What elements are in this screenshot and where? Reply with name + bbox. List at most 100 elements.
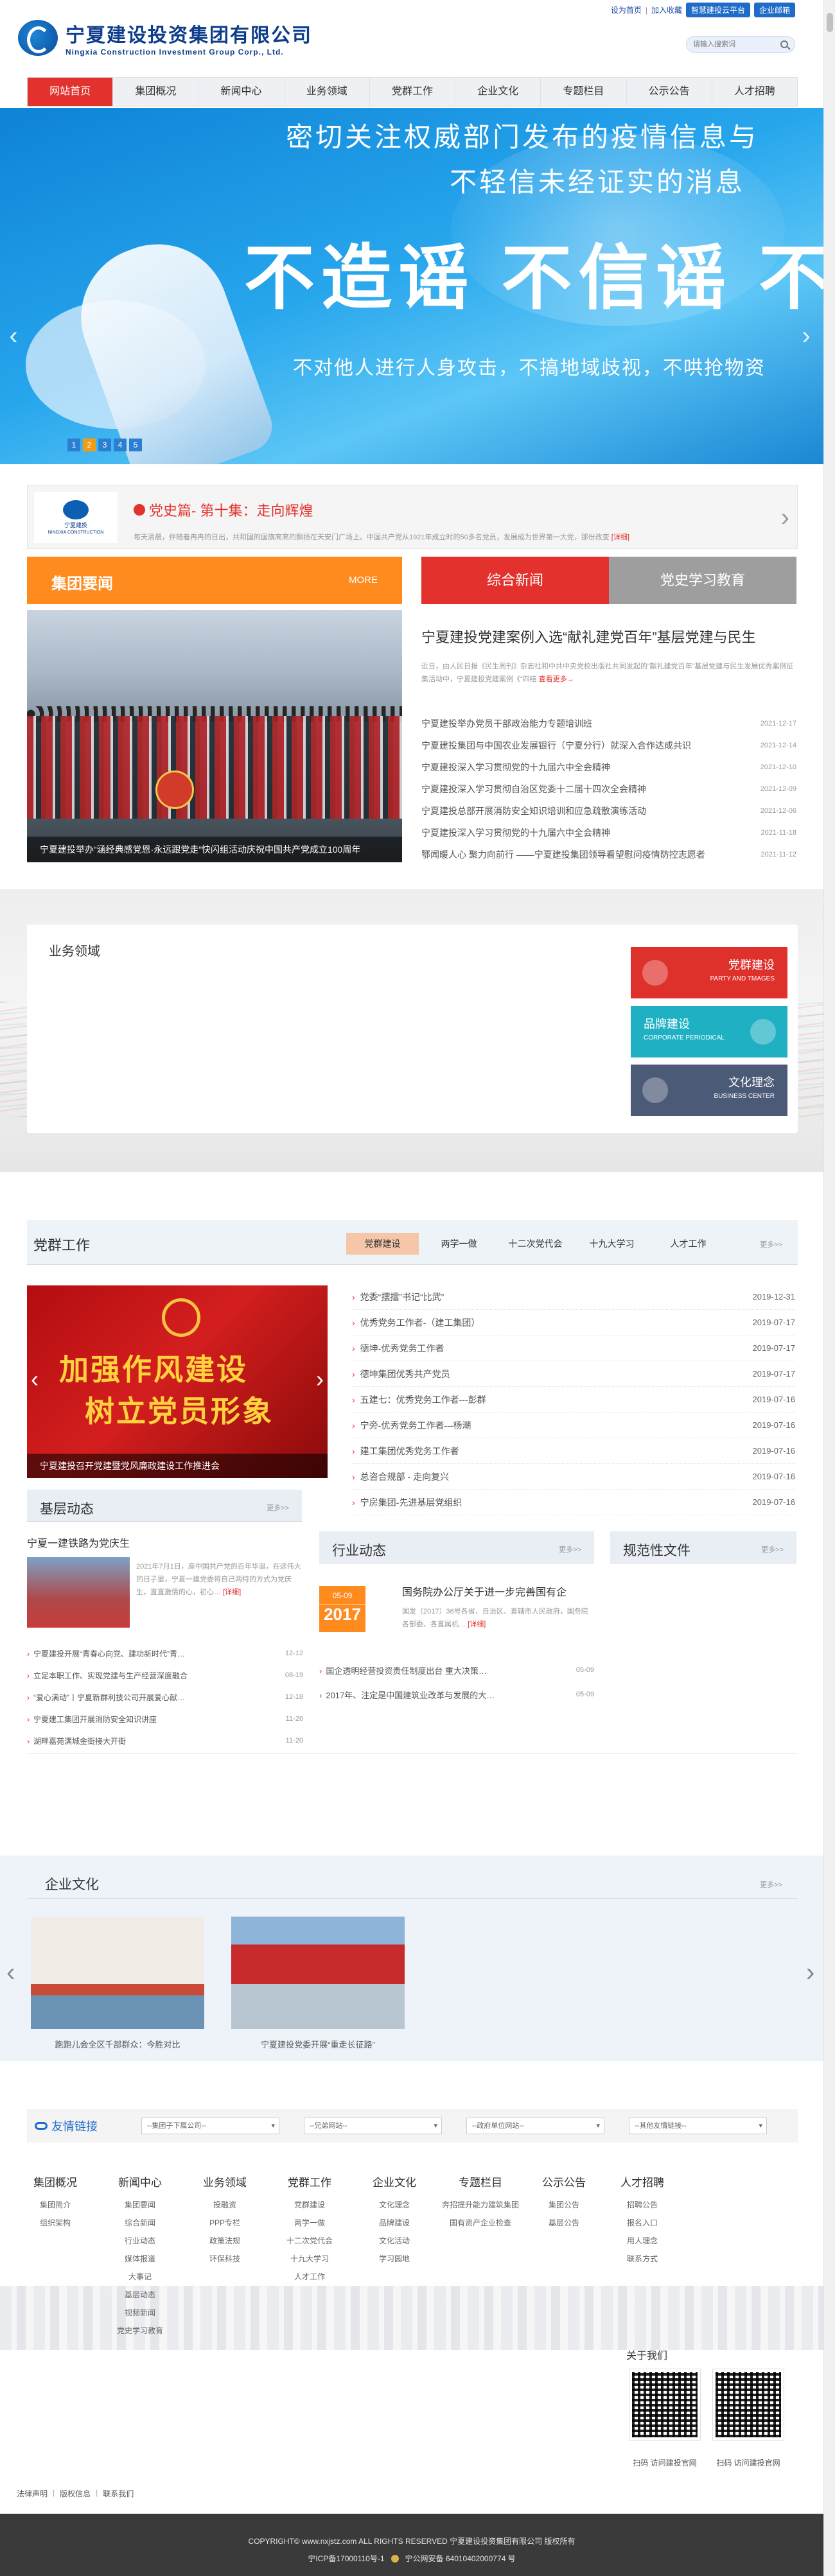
history-next-icon[interactable]: › [781, 505, 789, 530]
tab-party-history[interactable]: 党史学习教育 [609, 557, 796, 604]
headline-more-link[interactable]: 查看更多→ [539, 675, 574, 683]
culture-more-link[interactable]: 更多>> [760, 1879, 782, 1890]
sibling-sites-select[interactable]: --兄弟网站-- [304, 2118, 442, 2134]
tab-two-studies[interactable]: 两学一做 [423, 1233, 495, 1255]
list-item[interactable]: 宁夏建投深入学习贯彻自治区党委十二届十四次全会精神 2021-12-09 [421, 778, 796, 800]
list-item[interactable]: › 五建七：优秀党务工作者---彭群 2019-07-16 [352, 1387, 795, 1413]
list-item[interactable]: › 建工集团优秀党务工作者 2019-07-16 [352, 1438, 795, 1464]
banner-dot-4[interactable]: 4 [114, 439, 127, 451]
list-item[interactable]: 宁夏建投集团与中国农业发展银行（宁夏分行）就深入合作达成共识 2021-12-14 [421, 735, 796, 756]
banner-prev-icon[interactable]: ‹ [31, 1366, 39, 1393]
regulation-more-link[interactable]: 更多>> [761, 1544, 784, 1554]
enterprise-mail-button[interactable]: 企业邮箱 [753, 3, 795, 17]
nav-item-recruit[interactable]: 人才招聘 [712, 78, 797, 106]
tab-talent-work[interactable]: 人才工作 [652, 1233, 725, 1255]
list-item[interactable]: 宁夏建投总部开展消防安全知识培训和应急疏散演练活动 2021-12-06 [421, 800, 796, 822]
list-item[interactable]: › 总咨合规部 - 走向复兴 2019-07-16 [352, 1464, 795, 1490]
list-item[interactable]: › 优秀党务工作者-（建工集团） 2019-07-17 [352, 1310, 795, 1336]
nav-item-culture[interactable]: 企业文化 [455, 78, 541, 106]
list-item[interactable]: › 国企透明经营投资责任制度出台 重大决策… 05-09 [319, 1658, 594, 1682]
list-item[interactable]: 鄂闻暖人心 聚力向前行 ——宁夏建投集团领导看望慰问疫情防控志愿者 2021-11… [421, 844, 796, 866]
tab-19th-study[interactable]: 十九大学习 [576, 1233, 648, 1255]
banner-dot-2[interactable]: 2 [83, 439, 96, 451]
list-item[interactable]: › 宁旁-优秀党务工作者---杨潮 2019-07-16 [352, 1413, 795, 1438]
group-news-photo[interactable]: 宁夏建投举办“涵经典感党恩·永远跟党走”快闪组活动庆祝中国共产党成立100周年 [27, 610, 402, 862]
page-scrollbar[interactable] [823, 0, 835, 2576]
logo-english-name: Ningxia Construction Investment Group Co… [66, 48, 284, 57]
list-item[interactable]: › 2017年、注定是中国建筑业改革与发展的大… 05-09 [319, 1682, 594, 1707]
industry-more-link[interactable]: 更多>> [559, 1544, 581, 1554]
banner-prev-icon[interactable]: ‹ [5, 317, 22, 355]
scrollbar-thumb[interactable] [827, 13, 833, 32]
culture-next-icon[interactable]: › [806, 1958, 814, 1987]
grassroots-photo[interactable] [27, 1557, 130, 1628]
search-input[interactable] [693, 40, 777, 48]
nav-item-party-work[interactable]: 党群工作 [370, 78, 456, 106]
list-item[interactable]: › “爱心满动”丨宁夏新群利技公司开展爱心献… 12-18 [27, 1686, 303, 1708]
industry-detail-link[interactable]: [详细] [468, 1621, 486, 1628]
party-work-banner-caption[interactable]: 宁夏建投召开党建暨党风廉政建设工作推进会 [27, 1454, 328, 1478]
icp-link[interactable]: 宁ICP备17000110号-1 [308, 2553, 384, 2564]
government-sites-select[interactable]: --政府单位网站-- [466, 2118, 604, 2134]
nav-item-business[interactable]: 业务领域 [285, 78, 370, 106]
party-work-banner[interactable]: 加强作风建设 树立党员形象 ‹ › 宁夏建投召开党建暨党风廉政建设工作推进会 [27, 1285, 328, 1478]
culture-prev-icon[interactable]: ‹ [6, 1958, 15, 1987]
list-item[interactable]: › 湖畔嘉苑满城金街接大开街 11-20 [27, 1730, 303, 1752]
nav-item-notice[interactable]: 公示公告 [627, 78, 712, 106]
cloud-platform-button[interactable]: 智慧建投云平台 [685, 3, 750, 17]
culture-item[interactable]: 宁夏建投党委开展“重走长征路” [231, 1917, 405, 2050]
qr-caption: 扫码 访问建投官网 [716, 2459, 780, 2467]
group-news-more-link[interactable]: MORE [349, 575, 378, 586]
grassroots-detail-link[interactable]: [详细] [223, 1588, 241, 1596]
set-homepage-link[interactable]: 设为首页 [611, 4, 642, 15]
legal-link[interactable]: 法律声明 [17, 2488, 48, 2499]
list-item[interactable]: › 党委“摆擂”书记“比武” 2019-12-31 [352, 1284, 795, 1310]
banner-next-icon[interactable]: › [316, 1366, 324, 1393]
grassroots-featured-title[interactable]: 宁夏一建铁路为党庆生 [27, 1535, 130, 1550]
copyright-link[interactable]: 版权信息 [60, 2488, 91, 2499]
list-item[interactable]: 宁夏建投深入学习贯彻党的十九届六中全会精神 2021-12-10 [421, 756, 796, 778]
banner-dot-3[interactable]: 3 [98, 439, 111, 451]
headline-news-title[interactable]: 宁夏建投党建案例入选“献礼建党百年”基层党建与民生 [421, 626, 796, 647]
subsidiary-select[interactable]: --集团子下属公司-- [141, 2118, 279, 2134]
tab-party-building[interactable]: 党群建设 [346, 1233, 419, 1255]
list-item[interactable]: › 德坤集团优秀共产党员 2019-07-17 [352, 1361, 795, 1387]
party-work-header: 党群工作 党群建设 两学一做 十二次党代会 十九大学习 人才工作 更多>> [27, 1220, 798, 1265]
business-card-culture[interactable]: 文化理念 BUSINESS CENTER [631, 1065, 787, 1116]
banner-dot-1[interactable]: 1 [67, 439, 80, 451]
hero-banner[interactable]: 密切关注权威部门发布的疫情信息与 不轻信未经证实的消息 不造谣 不信谣 不 不对… [0, 108, 823, 464]
search-icon[interactable] [780, 40, 788, 48]
logo[interactable]: 宁夏建设投资集团有限公司 Ningxia Construction Invest… [18, 19, 312, 57]
logo-mark-icon [18, 20, 58, 56]
hammer-sickle-icon [162, 1298, 200, 1337]
contact-link[interactable]: 联系我们 [103, 2488, 134, 2499]
police-record-link[interactable]: 宁公网安备 64010402000774 号 [405, 2553, 516, 2564]
add-favorite-link[interactable]: 加入收藏 [651, 4, 682, 15]
nav-item-news-center[interactable]: 新闻中心 [198, 78, 285, 106]
culture-item[interactable]: 跑跑儿会全区千部群众：今胜对比 [31, 1917, 204, 2050]
nav-item-home[interactable]: 网站首页 [28, 78, 114, 106]
business-card-brand[interactable]: 品牌建设 CORPORATE PERIODICAL [631, 1006, 787, 1057]
history-more-link[interactable]: [详细] [611, 534, 629, 541]
industry-header: 行业动态 更多>> [319, 1531, 594, 1563]
tab-12th-congress[interactable]: 十二次党代会 [499, 1233, 572, 1255]
banner-dot-5[interactable]: 5 [129, 439, 142, 451]
list-item[interactable]: › 宁夏建投开展“青春心向党、建功新时代”青… 12-12 [27, 1642, 303, 1664]
list-item[interactable]: 宁夏建投深入学习贯彻党的十九届六中全会精神 2021-11-18 [421, 822, 796, 844]
business-card-party[interactable]: 党群建设 PARTY AND TMAGES [631, 947, 787, 998]
list-item[interactable]: › 立足本职工作、实现党建与生产经营深度融合 08-19 [27, 1664, 303, 1686]
list-item[interactable]: › 宁房集团-先进基层党组织 2019-07-16 [352, 1490, 795, 1515]
banner-next-icon[interactable]: › [798, 317, 814, 355]
other-links-select[interactable]: --其他友情链接-- [629, 2118, 767, 2134]
list-item[interactable]: › 宁夏建工集团开展消防安全知识讲座 11-26 [27, 1708, 303, 1730]
nav-item-group-overview[interactable]: 集团概况 [113, 78, 199, 106]
grassroots-more-link[interactable]: 更多>> [267, 1502, 289, 1513]
photo-caption[interactable]: 宁夏建投举办“涵经典感党恩·永远跟党走”快闪组活动庆祝中国共产党成立100周年 [27, 837, 402, 862]
industry-featured-title[interactable]: 国务院办公厅关于进一步完善国有企 [402, 1585, 595, 1601]
list-item[interactable]: › 德坤-优秀党务工作者 2019-07-17 [352, 1336, 795, 1361]
tab-general-news[interactable]: 综合新闻 [421, 557, 609, 604]
party-work-more-link[interactable]: 更多>> [760, 1239, 782, 1249]
history-title[interactable]: 党史篇- 第十集：走向辉煌 [134, 500, 313, 520]
nav-item-special[interactable]: 专题栏目 [541, 78, 627, 106]
list-item[interactable]: 宁夏建投举办党员干部政治能力专题培训班 2021-12-17 [421, 713, 796, 735]
